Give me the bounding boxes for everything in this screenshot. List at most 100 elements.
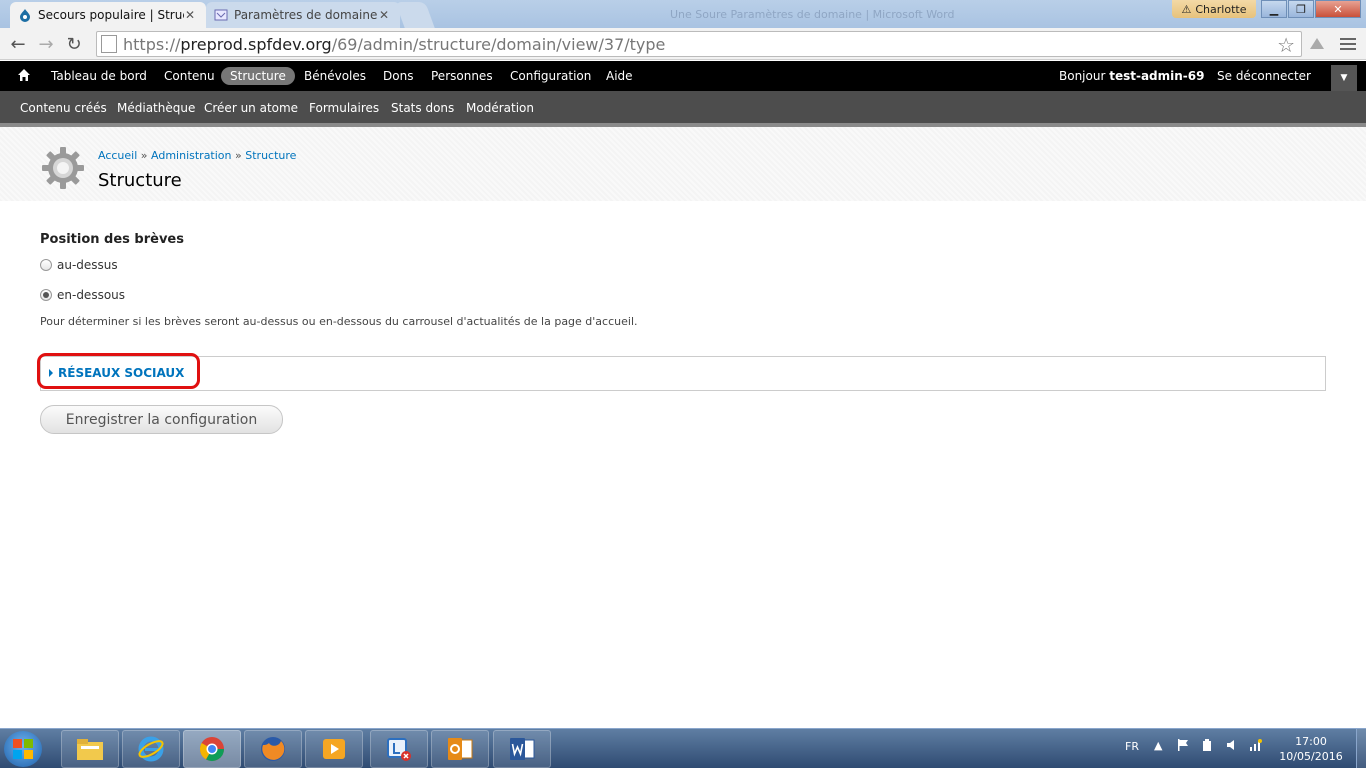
triangle-down-icon: ▼ xyxy=(1340,73,1348,83)
back-button[interactable]: ← xyxy=(6,32,30,56)
language-indicator[interactable]: FR xyxy=(1125,740,1139,753)
profile-name: Charlotte xyxy=(1195,2,1247,16)
taskbar-lync[interactable] xyxy=(370,730,428,768)
radio-en-dessous[interactable]: en-dessous xyxy=(40,288,125,302)
page-favicon-icon xyxy=(214,8,228,22)
home-icon[interactable] xyxy=(17,68,33,84)
radio-dot xyxy=(43,292,49,298)
taskbar-outlook[interactable] xyxy=(431,730,489,768)
taskbar-internet-explorer[interactable] xyxy=(122,730,180,768)
admin-toolbar: Tableau de bord Contenu Structure Bénévo… xyxy=(0,61,1366,91)
clock-time: 17:00 xyxy=(1295,735,1327,748)
menu-personnes[interactable]: Personnes xyxy=(422,67,502,85)
user-greeting: Bonjour test-admin-69 xyxy=(1059,67,1204,85)
minimize-button[interactable]: ▁ xyxy=(1261,0,1287,18)
annotation-highlight xyxy=(37,353,200,389)
taskbar-media-player[interactable] xyxy=(305,730,363,768)
menu-contenu[interactable]: Contenu xyxy=(155,67,224,85)
shortcut-creer-atome[interactable]: Créer un atome xyxy=(204,101,298,115)
menu-aide[interactable]: Aide xyxy=(597,67,642,85)
field-label: Position des brèves xyxy=(40,232,184,247)
taskbar-explorer[interactable] xyxy=(61,730,119,768)
url-host: preprod.spfdev.org xyxy=(180,34,332,54)
extension-icon[interactable] xyxy=(1305,32,1329,56)
shortcut-stats-dons[interactable]: Stats dons xyxy=(391,101,454,115)
shortcut-moderation[interactable]: Modération xyxy=(466,101,534,115)
breadcrumb-accueil[interactable]: Accueil xyxy=(98,149,137,162)
taskbar-firefox[interactable] xyxy=(244,730,302,768)
bookmark-star-icon[interactable]: ☆ xyxy=(1277,33,1295,57)
menu-benevoles[interactable]: Bénévoles xyxy=(295,67,375,85)
new-tab-button[interactable] xyxy=(395,2,435,28)
drupal-favicon-icon xyxy=(18,8,32,22)
taskbar-clock[interactable]: 17:00 10/05/2016 xyxy=(1278,734,1344,764)
address-bar[interactable]: https://preprod.spfdev.org/69/admin/stru… xyxy=(96,31,1302,57)
menu-configuration[interactable]: Configuration xyxy=(501,67,600,85)
breadcrumb: Accueil » Administration » Structure xyxy=(98,149,296,162)
folder-icon xyxy=(77,739,103,760)
show-hidden-icons-icon[interactable]: ▲ xyxy=(1154,739,1162,752)
breadcrumb-administration[interactable]: Administration xyxy=(151,149,232,162)
shortcut-mediatheque[interactable]: Médiathèque xyxy=(117,101,195,115)
tab-close-icon[interactable]: ✕ xyxy=(378,8,390,22)
save-configuration-button[interactable]: Enregistrer la configuration xyxy=(40,405,283,434)
reload-button[interactable]: ↻ xyxy=(62,32,86,56)
radio-label[interactable]: en-dessous xyxy=(57,288,125,302)
browser-titlebar: Secours populaire | Struct ✕ Paramètres … xyxy=(0,0,1366,28)
shortcut-contenu-crees[interactable]: Contenu créés xyxy=(20,101,107,115)
taskbar-word[interactable] xyxy=(493,730,551,768)
action-center-flag-icon[interactable] xyxy=(1176,738,1190,755)
windows-logo-icon xyxy=(13,739,33,759)
maximize-icon: ❐ xyxy=(1296,2,1306,16)
logout-link[interactable]: Se déconnecter xyxy=(1217,67,1311,85)
menu-structure[interactable]: Structure xyxy=(221,67,295,85)
page-icon xyxy=(101,35,117,53)
taskbar-chrome[interactable] xyxy=(183,730,241,768)
power-icon[interactable] xyxy=(1200,738,1214,755)
radio-au-dessus[interactable]: au-dessus xyxy=(40,258,118,272)
back-arrow-icon: ← xyxy=(10,33,26,55)
menu-tableau-de-bord[interactable]: Tableau de bord xyxy=(42,67,156,85)
menu-dons[interactable]: Dons xyxy=(374,67,422,85)
tab-close-icon[interactable]: ✕ xyxy=(184,8,196,22)
greeting-text: Bonjour xyxy=(1059,69,1110,83)
firefox-icon xyxy=(261,737,285,761)
username-link[interactable]: test-admin-69 xyxy=(1109,69,1204,83)
network-icon[interactable] xyxy=(1249,738,1263,755)
url-scheme: https:// xyxy=(123,34,181,54)
internet-explorer-icon xyxy=(138,736,164,762)
volume-icon[interactable] xyxy=(1225,738,1239,755)
url-path: /69/admin/structure/domain/view/37/type xyxy=(331,34,666,54)
gear-icon xyxy=(40,145,86,191)
tab-title: Secours populaire | Struct xyxy=(38,8,184,22)
close-window-button[interactable]: ✕ xyxy=(1315,0,1361,18)
media-player-icon xyxy=(323,739,345,759)
show-desktop-button[interactable] xyxy=(1356,729,1366,768)
forward-arrow-icon: → xyxy=(38,33,54,55)
radio-button[interactable] xyxy=(40,259,52,271)
window-title: Une Soure Paramètres de domaine | Micros… xyxy=(670,8,955,21)
tab-parametres-domaine[interactable]: Paramètres de domaine ✕ xyxy=(206,2,400,28)
shortcut-bar: Contenu créés Médiathèque Créer un atome… xyxy=(0,91,1366,127)
breadcrumb-separator: » xyxy=(235,149,242,162)
chrome-icon xyxy=(199,737,224,762)
forward-button[interactable]: → xyxy=(34,32,58,56)
tab-secours-populaire[interactable]: Secours populaire | Struct ✕ xyxy=(10,2,206,28)
word-icon xyxy=(510,738,535,760)
breadcrumb-separator: » xyxy=(140,149,148,162)
start-button[interactable] xyxy=(4,731,42,767)
radio-button-checked[interactable] xyxy=(40,289,52,301)
breadcrumb-structure[interactable]: Structure xyxy=(245,149,296,162)
browser-toolbar: ← → ↻ https://preprod.spfdev.org/69/admi… xyxy=(0,28,1366,60)
maximize-button[interactable]: ❐ xyxy=(1288,0,1314,18)
tab-title: Paramètres de domaine xyxy=(234,8,378,22)
close-icon: ✕ xyxy=(1333,2,1343,16)
lync-icon xyxy=(387,738,411,761)
outlook-icon xyxy=(448,738,473,760)
shortcut-formulaires[interactable]: Formulaires xyxy=(309,101,379,115)
toggle-drawer-button[interactable]: ▼ xyxy=(1331,65,1357,91)
chrome-menu-icon[interactable] xyxy=(1336,32,1360,56)
radio-label[interactable]: au-dessus xyxy=(57,258,118,272)
reload-icon: ↻ xyxy=(66,33,82,55)
profile-button[interactable]: ⚠ Charlotte xyxy=(1172,0,1256,18)
